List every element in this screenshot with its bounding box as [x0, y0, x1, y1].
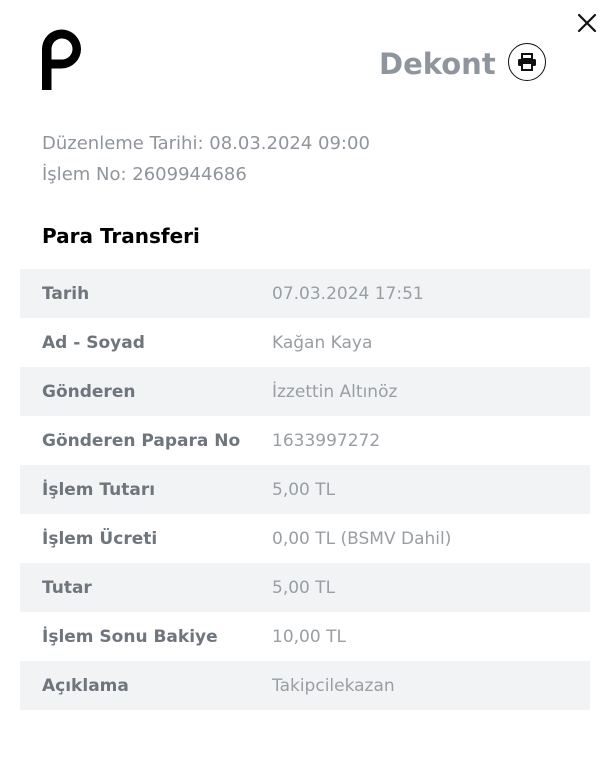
table-row: Gönderen Papara No 1633997272 — [20, 416, 590, 465]
issue-date: Düzenleme Tarihi: 08.03.2024 09:00 — [42, 133, 370, 154]
row-value: 5,00 TL — [272, 577, 336, 598]
transaction-number: İşlem No: 2609944686 — [42, 164, 247, 185]
row-label: İşlem Ücreti — [42, 528, 158, 549]
printer-icon — [518, 53, 536, 71]
row-value: 1633997272 — [272, 430, 381, 451]
papara-logo — [40, 28, 84, 91]
table-row: İşlem Sonu Bakiye 10,00 TL — [20, 612, 590, 661]
page-title: Dekont — [379, 47, 496, 81]
section-title: Para Transferi — [42, 224, 200, 248]
close-icon — [577, 13, 597, 33]
row-label: Tarih — [42, 283, 90, 304]
table-row: Tutar 5,00 TL — [20, 563, 590, 612]
receipt-modal: Dekont Düzenleme Tarihi: 08.03.2024 09:0… — [0, 0, 613, 768]
row-value: 0,00 TL (BSMV Dahil) — [272, 528, 452, 549]
print-button[interactable] — [508, 43, 546, 81]
table-row: İşlem Ücreti 0,00 TL (BSMV Dahil) — [20, 514, 590, 563]
row-value: İzzettin Altınöz — [272, 381, 398, 402]
row-label: Gönderen — [42, 381, 136, 402]
table-row: Gönderen İzzettin Altınöz — [20, 367, 590, 416]
table-row: Tarih 07.03.2024 17:51 — [20, 269, 590, 318]
table-row: Açıklama Takipcilekazan — [20, 661, 590, 710]
table-row: Ad - Soyad Kağan Kaya — [20, 318, 590, 367]
close-button[interactable] — [574, 10, 600, 36]
row-label: Gönderen Papara No — [42, 430, 241, 451]
row-value: Takipcilekazan — [272, 675, 395, 696]
row-value: 5,00 TL — [272, 479, 336, 500]
row-label: Açıklama — [42, 675, 129, 696]
row-value: Kağan Kaya — [272, 332, 373, 353]
row-label: Ad - Soyad — [42, 332, 145, 353]
row-label: Tutar — [42, 577, 92, 598]
details-table: Tarih 07.03.2024 17:51 Ad - Soyad Kağan … — [20, 269, 590, 710]
table-row: İşlem Tutarı 5,00 TL — [20, 465, 590, 514]
row-label: İşlem Sonu Bakiye — [42, 626, 218, 647]
row-value: 07.03.2024 17:51 — [272, 283, 424, 304]
row-value: 10,00 TL — [272, 626, 346, 647]
row-label: İşlem Tutarı — [42, 479, 156, 500]
